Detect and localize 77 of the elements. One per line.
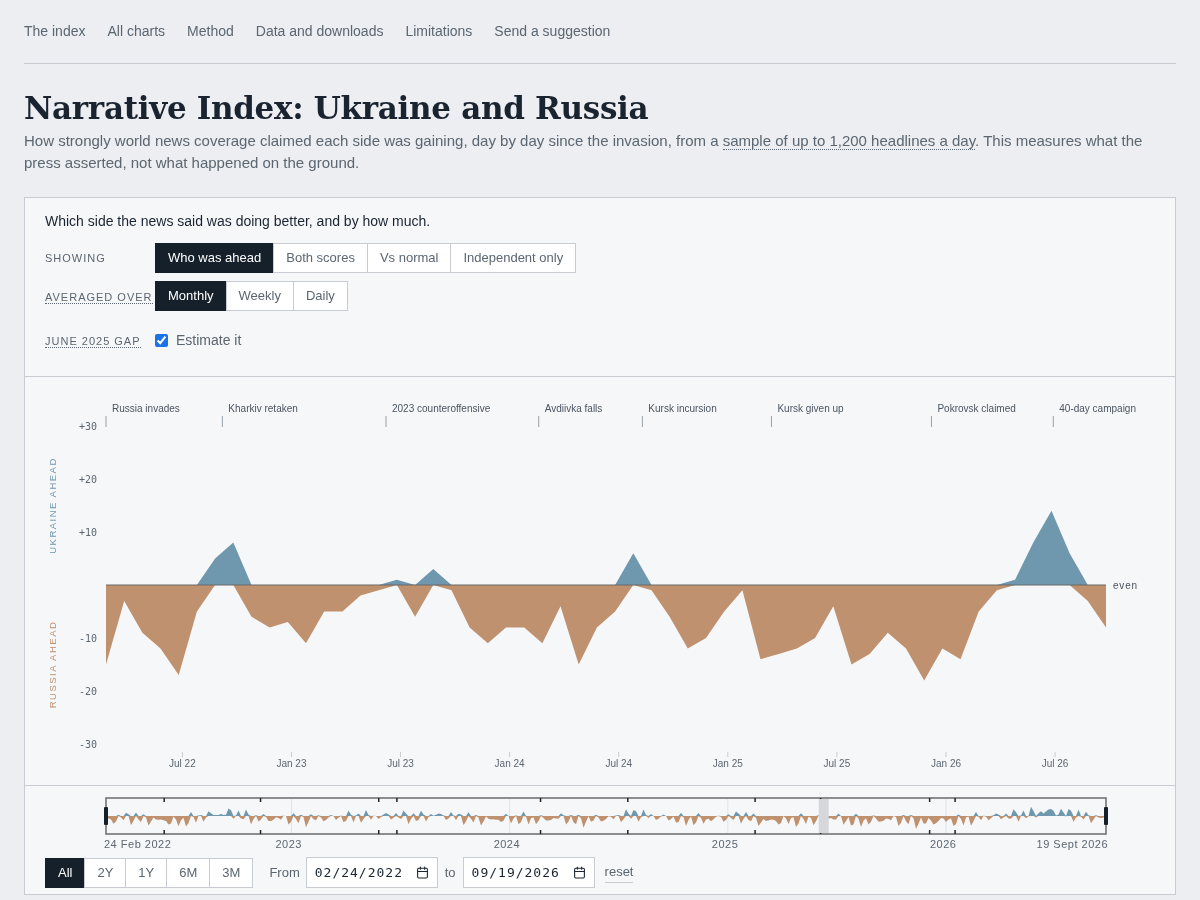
event-label: 40-day campaign <box>1059 403 1136 414</box>
event-label: Kursk given up <box>777 403 844 414</box>
data-gap-band <box>818 799 829 833</box>
nav-link[interactable]: All charts <box>107 21 166 42</box>
event-label: 2023 counteroffensive <box>392 403 491 414</box>
navigator-label: 19 Sept 2026 <box>1036 837 1108 852</box>
navigator-label: 24 Feb 2022 <box>104 837 172 852</box>
y-tick-label: +20 <box>78 474 97 485</box>
calendar-icon[interactable] <box>415 866 429 879</box>
event-label: Russia invades <box>112 403 180 414</box>
checkbox-label: Estimate it <box>176 330 242 350</box>
chart-question: Which side the news said was doing better, and by how much. <box>45 212 432 231</box>
x-tick-label: Jul 23 <box>387 758 414 769</box>
y-tick-label: -20 <box>78 686 97 697</box>
segment-tab[interactable]: Independent only <box>450 243 577 273</box>
nav-link[interactable]: Send a suggestion <box>494 21 611 42</box>
event-marker <box>538 415 540 428</box>
event-marker <box>385 415 387 428</box>
segment-tab[interactable]: Weekly <box>225 281 294 311</box>
y-tick-label: +10 <box>78 527 97 538</box>
segment-tab[interactable]: 1Y <box>125 857 168 888</box>
segment-tab[interactable]: 2Y <box>84 857 127 888</box>
sample-link[interactable]: sample of up to 1,200 headlines a day <box>722 132 976 150</box>
control-label: AVERAGED OVER <box>45 291 153 304</box>
event-marker <box>221 415 223 428</box>
y-tick-label: -10 <box>78 633 97 644</box>
navigator-label: 2024 <box>493 837 521 852</box>
x-tick-label: Jan 24 <box>494 758 525 769</box>
x-tick-label: Jan 23 <box>276 758 307 769</box>
event-marker <box>641 415 643 428</box>
reset-link[interactable]: reset <box>604 862 634 883</box>
segment-tab[interactable]: Both scores <box>273 243 368 273</box>
range-handle[interactable] <box>1104 807 1108 825</box>
nav-link[interactable]: Data and downloads <box>255 21 384 42</box>
y-tick-label: -30 <box>78 739 97 750</box>
segment-tab[interactable]: Vs normal <box>366 243 452 273</box>
date-field[interactable]: 09/19/2026 <box>462 857 595 888</box>
y-tick-label: +30 <box>78 421 97 432</box>
segment-tab[interactable]: Who was ahead <box>155 243 275 273</box>
x-tick-label: Jan 25 <box>712 758 743 769</box>
navigator-label: 2026 <box>930 837 957 852</box>
event-label: Kursk incursion <box>648 403 717 414</box>
navigator-label: 2023 <box>275 837 302 852</box>
event-marker <box>105 415 107 428</box>
x-tick-label: Jan 26 <box>931 758 961 769</box>
segment-tab[interactable]: All <box>45 857 86 888</box>
event-marker <box>770 415 772 428</box>
to-label: to <box>444 863 456 882</box>
x-tick-label: Jul 26 <box>1041 758 1069 769</box>
segment-tab[interactable]: Monthly <box>155 281 227 311</box>
estimate-checkbox[interactable] <box>155 333 168 347</box>
intro-text: How strongly world news coverage claimed each side was gaining, day by day since the invasion, from a sample of up to 1,200 headlines a day. This measures what the press asserted, not what happened on the ground. <box>24 131 1144 173</box>
date-field[interactable]: 02/24/2022 <box>305 857 438 888</box>
x-tick-label: Jul 22 <box>169 758 196 769</box>
x-tick-label: Jul 24 <box>605 758 633 769</box>
nav-link[interactable]: The index <box>24 21 86 42</box>
axis-label: RUSSIA AHEAD <box>47 620 58 709</box>
range-handle[interactable] <box>104 807 108 825</box>
event-label: Pokrovsk claimed <box>937 403 1016 414</box>
segment-tab[interactable]: 3M <box>209 857 254 888</box>
nav-link[interactable]: Method <box>187 21 234 42</box>
axis-label: UKRAINE AHEAD <box>47 457 58 554</box>
event-marker <box>1052 415 1054 428</box>
page-title: Narrative Index: Ukraine and Russia <box>24 89 650 128</box>
navigator-label: 2025 <box>711 837 739 852</box>
nav-link[interactable]: Limitations <box>405 21 473 42</box>
calendar-icon[interactable] <box>572 866 586 879</box>
segment-tab[interactable]: 6M <box>166 857 211 888</box>
event-label: Avdiivka falls <box>544 403 603 414</box>
from-label: From <box>269 863 300 882</box>
zero-label: even <box>1113 580 1138 591</box>
event-marker <box>930 415 932 428</box>
event-label: Kharkiv retaken <box>228 403 298 414</box>
segment-tab[interactable]: Daily <box>292 281 348 311</box>
control-label: SHOWING <box>45 250 107 266</box>
x-tick-label: Jul 25 <box>823 758 851 769</box>
control-label: JUNE 2025 GAP <box>45 335 141 348</box>
